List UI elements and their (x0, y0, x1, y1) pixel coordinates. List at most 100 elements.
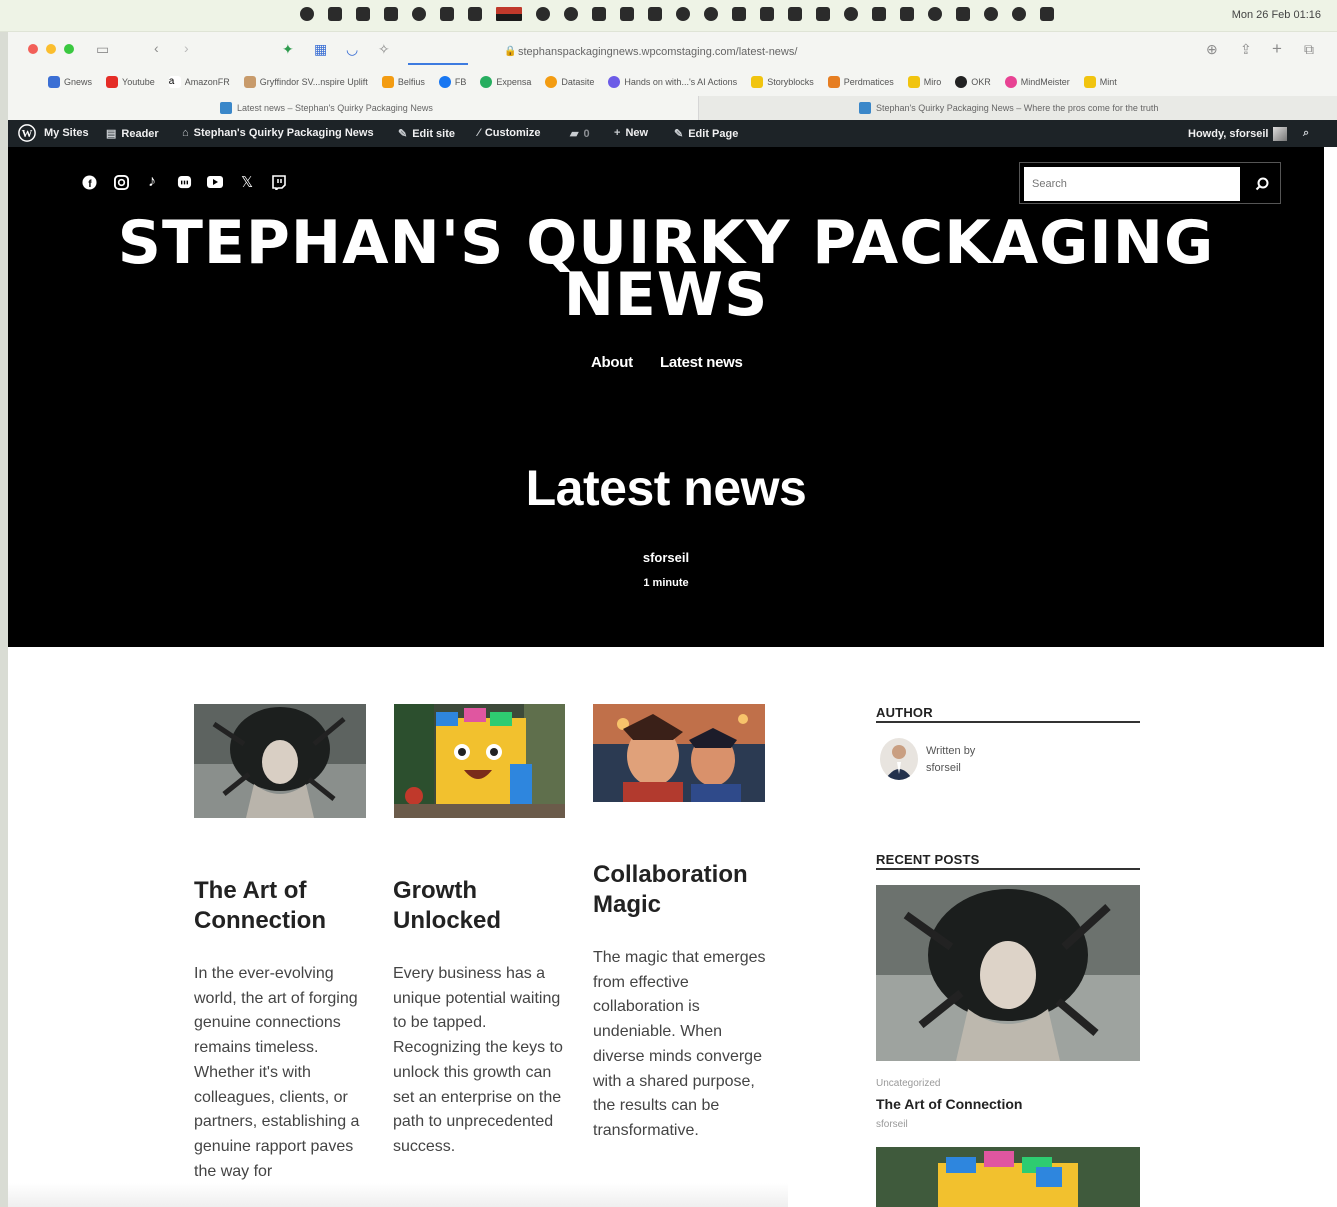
new-tab-icon[interactable]: + (1272, 39, 1282, 59)
post-title[interactable]: The Art of Connection (194, 876, 374, 936)
author-link[interactable]: sforseil (926, 762, 961, 774)
close-window-icon[interactable] (28, 44, 38, 54)
status-icon[interactable] (384, 7, 398, 21)
share-icon[interactable]: ⇪ (1240, 41, 1252, 58)
status-icon[interactable] (760, 7, 774, 21)
status-icon[interactable] (468, 7, 482, 21)
bookmark-item[interactable]: FB (438, 76, 466, 88)
wifi-icon[interactable] (984, 7, 998, 21)
back-icon[interactable]: ‹ (154, 40, 159, 56)
tab-overview-icon[interactable]: ⧉ (1304, 41, 1314, 58)
admin-reader[interactable]: ▤ Reader (106, 127, 159, 141)
bookmark-item[interactable]: Gryffindor SV...nspire Uplift (243, 76, 368, 88)
bookmark-item[interactable]: Mint (1083, 76, 1117, 88)
extension-icon[interactable]: ✦ (282, 41, 294, 58)
spotlight-icon[interactable] (1012, 7, 1026, 21)
status-icon[interactable] (676, 7, 690, 21)
control-center-icon[interactable] (1040, 7, 1054, 21)
extension-icon[interactable]: ✧ (378, 41, 390, 58)
nav-link-latest-news[interactable]: Latest news (660, 354, 743, 371)
admin-new[interactable]: + New (614, 127, 648, 139)
post-thumbnail[interactable] (194, 704, 366, 818)
status-icon[interactable] (872, 7, 886, 21)
mastodon-icon[interactable] (176, 174, 192, 190)
admin-comments[interactable]: ▰ 0 (570, 127, 590, 141)
battery-icon[interactable] (956, 7, 970, 21)
instagram-icon[interactable] (113, 174, 129, 190)
post-author[interactable]: sforseil (8, 550, 1324, 565)
youtube-icon[interactable] (207, 174, 223, 190)
twitch-icon[interactable] (271, 174, 287, 190)
bookmark-item[interactable]: Youtube (106, 76, 155, 88)
status-icon[interactable] (816, 7, 830, 21)
volume-icon[interactable] (900, 7, 914, 21)
sidebar-toggle-icon[interactable]: ▭ (96, 41, 109, 58)
wordpress-logo-icon[interactable]: W (18, 124, 36, 142)
admin-howdy[interactable]: Howdy, sforseil (1188, 127, 1288, 141)
address-bar[interactable]: 🔒 stephanspackagingnews.wpcomstaging.com… (408, 41, 948, 65)
search-input[interactable] (1024, 167, 1240, 201)
site-title[interactable]: STEPHAN'S QUIRKY PACKAGING NEWS (58, 213, 1274, 325)
lock-icon: 🔒 (504, 46, 517, 57)
status-icon[interactable] (536, 7, 550, 21)
status-icon[interactable] (328, 7, 342, 21)
bookmark-item[interactable]: Gnews (48, 76, 92, 88)
recent-post-category[interactable]: Uncategorized (876, 1078, 940, 1089)
status-icon[interactable] (564, 7, 578, 21)
post-title[interactable]: Growth Unlocked (393, 876, 573, 936)
post-title[interactable]: Collaboration Magic (593, 860, 773, 920)
download-icon[interactable]: ⊕ (1206, 41, 1218, 58)
extension-icon[interactable]: ▦ (314, 41, 327, 58)
recent-post-thumbnail[interactable] (876, 885, 1140, 1061)
tab-home[interactable]: Stephan's Quirky Packaging News – Where … (698, 96, 1337, 120)
x-icon[interactable]: 𝕏 (239, 174, 255, 191)
post-thumbnail[interactable] (593, 704, 765, 802)
bookmark-item[interactable]: Perdmatices (827, 76, 894, 88)
pocket-icon[interactable]: ◡ (346, 41, 358, 58)
bookmark-item[interactable]: MindMeister (1004, 76, 1070, 88)
bookmark-item[interactable]: OKR (955, 76, 991, 88)
recent-post-title[interactable]: The Art of Connection (876, 1096, 1022, 1112)
status-icon[interactable] (356, 7, 370, 21)
status-icon[interactable] (648, 7, 662, 21)
facebook-icon[interactable]: f (81, 174, 97, 190)
status-icon[interactable] (620, 7, 634, 21)
admin-edit-page[interactable]: ✎ Edit Page (674, 127, 738, 141)
bookmark-item[interactable]: Expensa (480, 76, 531, 88)
recent-post-author[interactable]: sforseil (876, 1119, 908, 1130)
moon-icon[interactable] (928, 7, 942, 21)
author-avatar[interactable] (880, 738, 918, 780)
status-icon[interactable] (844, 7, 858, 21)
status-icon[interactable] (592, 7, 606, 21)
url-text[interactable]: stephanspackagingnews.wpcomstaging.com/l… (518, 46, 797, 58)
admin-site-name[interactable]: ⌂ Stephan's Quirky Packaging News (182, 127, 374, 139)
tab-latest-news[interactable]: Latest news – Stephan's Quirky Packaging… (8, 96, 698, 120)
recent-post-thumbnail[interactable] (876, 1147, 1140, 1207)
minimize-window-icon[interactable] (46, 44, 56, 54)
nav-link-about[interactable]: About (591, 354, 633, 371)
menu-bar-tray[interactable] (300, 7, 1054, 21)
status-icon[interactable] (412, 7, 426, 21)
status-icon[interactable] (788, 7, 802, 21)
status-icon[interactable] (732, 7, 746, 21)
bookmark-item[interactable]: Hands on with...'s AI Actions (608, 76, 737, 88)
admin-my-sites[interactable]: My Sites (44, 127, 89, 139)
admin-customize[interactable]: ⁄ Customize (478, 127, 540, 139)
menu-bar-clock[interactable]: Mon 26 Feb 01:16 (1232, 9, 1321, 21)
status-icon[interactable] (704, 7, 718, 21)
maximize-window-icon[interactable] (64, 44, 74, 54)
bookmark-item[interactable]: Miro (907, 76, 941, 88)
bookmark-item[interactable]: a AmazonFR (168, 76, 230, 88)
status-icon[interactable] (300, 7, 314, 21)
cloud-icon[interactable] (440, 7, 454, 21)
search-button[interactable] (1246, 167, 1278, 201)
bookmark-item[interactable]: Belfius (381, 76, 425, 88)
forward-icon[interactable]: › (184, 40, 189, 56)
bookmark-item[interactable]: Storyblocks (751, 76, 814, 88)
admin-edit-site[interactable]: ✎ Edit site (398, 127, 455, 141)
flag-icon[interactable] (496, 7, 522, 21)
tiktok-icon[interactable]: ♪ (144, 173, 160, 190)
bookmark-item[interactable]: Datasite (545, 76, 594, 88)
post-thumbnail[interactable] (394, 704, 565, 818)
admin-search-icon[interactable]: ⌕ (1303, 127, 1309, 140)
